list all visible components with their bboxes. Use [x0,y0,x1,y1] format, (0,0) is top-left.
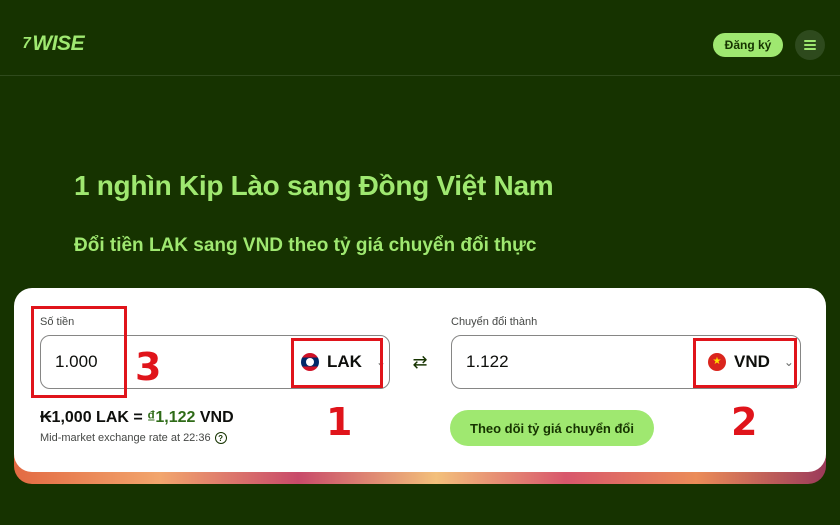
menu-button[interactable] [795,30,825,60]
hamburger-menu-icon [804,40,816,50]
logo-text: WISE [32,32,85,55]
rate-prefix: ₭1,000 LAK = [40,409,148,426]
track-rate-button[interactable]: Theo dõi tỷ giá chuyển đổi [450,410,654,446]
midmarket-note: Mid-market exchange rate at 22:36 ? [40,432,227,444]
rate-suffix: VND [195,409,234,426]
page-title: 1 nghìn Kip Lào sang Đồng Việt Nam [74,170,554,201]
help-icon[interactable]: ? [214,432,227,444]
annotation-label-2: 2 [731,400,758,444]
annotation-box-amount [31,306,127,398]
converted-input[interactable]: 1.122 [466,352,509,372]
annotation-label-1: 1 [326,400,353,444]
wise-flag-icon: 7 [20,35,32,52]
signup-button[interactable]: Đăng ký [713,33,783,57]
swap-arrows-icon[interactable]: ⇄ [410,352,430,372]
rate-value: 1,122 [155,409,196,426]
annotation-box-from-currency [291,338,383,388]
annotation-label-3: 3 [135,345,162,389]
top-header: 7 WISE Đăng ký [0,0,840,76]
convert-to-label: Chuyển đổi thành [451,316,538,328]
annotation-box-to-currency [693,338,797,388]
midmarket-text: Mid-market exchange rate at 22:36 [40,432,211,444]
wise-logo[interactable]: 7 WISE [20,32,85,56]
exchange-rate-text: ₭1,000 LAK = ₫1,122 VND [40,409,234,427]
page-subtitle: Đổi tiền LAK sang VND theo tỷ giá chuyển… [74,235,537,256]
